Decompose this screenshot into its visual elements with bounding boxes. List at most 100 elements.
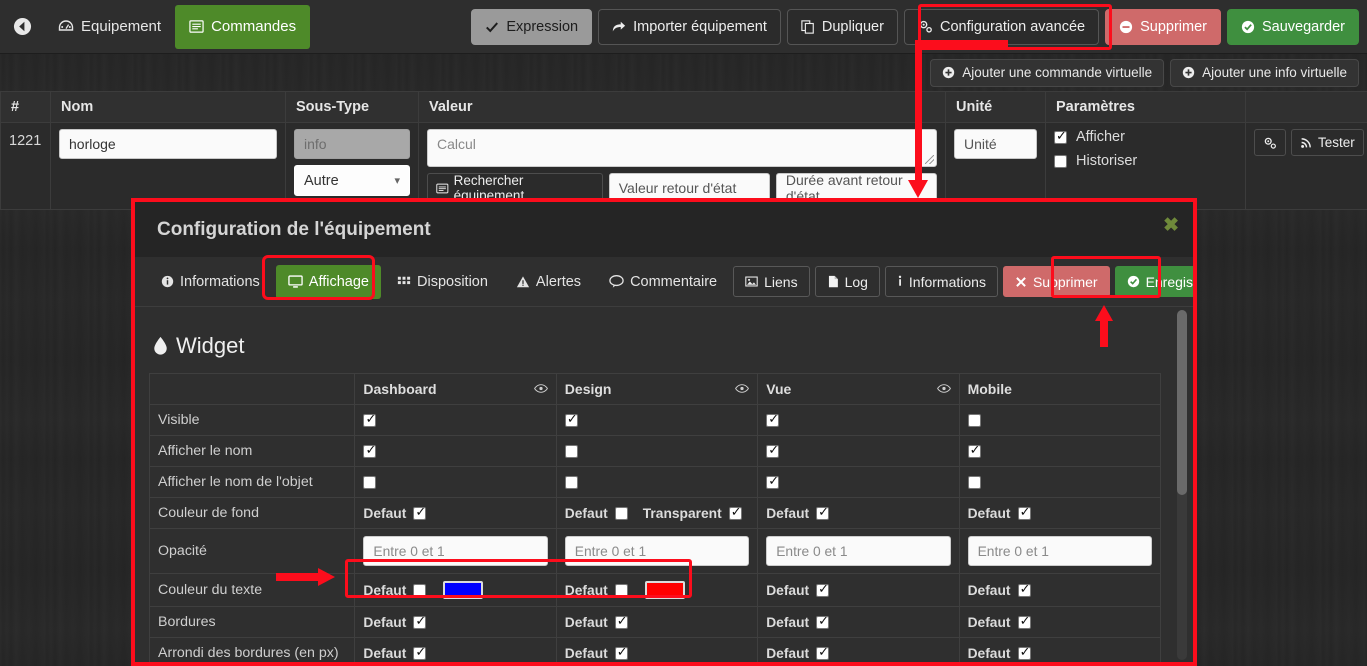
eye-icon[interactable] [936,382,951,396]
default-checkbox[interactable] [1017,504,1032,520]
toolbar-tab-equipement[interactable]: Equipement [44,5,175,49]
default-label: Defaut [564,505,608,521]
tab-disposition[interactable]: Disposition [385,265,500,299]
arrow-from-config-to-modal [900,40,1030,200]
command-name-input[interactable]: horloge [59,129,277,159]
widget-checkbox[interactable] [967,442,982,458]
check-circle-icon [1241,20,1255,33]
widget-checkbox[interactable] [967,475,981,489]
liens-button[interactable]: Liens [733,266,810,297]
informations-button[interactable]: Informations [884,266,998,297]
afficher-checkbox[interactable] [1054,128,1068,144]
widget-row-label: Visible [148,404,356,436]
widget-col-dashboard-label: Dashboard [363,381,437,397]
tab-alertes-label: Alertes [535,273,582,290]
widget-cell: Entre 0 et 1 [757,528,960,574]
widget-cell [354,466,557,498]
default-checkbox[interactable] [816,504,830,520]
expression-button[interactable]: Expression [471,8,593,45]
ajouter-info-virtuelle-button[interactable]: Ajouter une info virtuelle [1170,58,1359,87]
widget-cell: Defaut [958,637,1162,662]
default-checkbox[interactable] [413,644,427,660]
column-header-parametres: Paramètres [1045,91,1246,123]
widget-row: Afficher le nom de l'objet [148,466,1162,498]
tab-alertes[interactable]: Alertes [504,265,593,299]
widget-cell: Defaut [958,497,1162,529]
widget-checkbox[interactable] [363,475,377,489]
tab-affichage[interactable]: Affichage [275,264,381,299]
times-icon [1016,276,1026,287]
widget-checkbox[interactable] [766,473,780,489]
info-icon [898,275,902,286]
default-checkbox[interactable] [413,504,427,520]
modal-supprimer-button[interactable]: Supprimer [1002,266,1110,297]
widget-checkbox[interactable] [967,413,981,427]
widget-col-vue: Vue [757,373,960,405]
tab-commentaire-label: Commentaire [630,273,718,290]
widget-col-design-label: Design [564,381,612,397]
opacity-input[interactable]: Entre 0 et 1 [766,536,951,566]
command-parametres-cell: Afficher Historiser [1045,122,1246,210]
default-checkbox[interactable] [413,613,427,629]
back-circle-icon[interactable] [0,0,44,53]
param-historiser-row[interactable]: Historiser [1054,153,1237,169]
widget-checkbox[interactable] [564,444,578,458]
opacity-input[interactable]: Entre 0 et 1 [967,536,1152,566]
default-label: Defaut [363,582,407,598]
color-swatch[interactable] [443,581,484,599]
toolbar-tab-commandes[interactable]: Commandes [175,4,311,49]
transparent-checkbox[interactable] [728,504,743,520]
default-checkbox[interactable] [614,644,629,660]
opacity-input[interactable]: Entre 0 et 1 [564,536,750,566]
modal-scrollbar[interactable] [1177,310,1187,660]
enregistrer-button[interactable]: Enregistrer [1114,266,1193,297]
param-afficher-row[interactable]: Afficher [1054,128,1237,145]
widget-row: Afficher le nom [148,435,1162,467]
default-checkbox[interactable] [614,583,628,597]
default-checkbox[interactable] [614,506,628,520]
widget-cell: Defaut [958,573,1162,607]
close-icon[interactable]: ✖ [1163,214,1179,237]
default-checkbox[interactable] [413,583,427,597]
calcul-textarea[interactable]: Calcul [427,129,937,167]
log-button[interactable]: Log [814,266,880,297]
default-checkbox[interactable] [614,613,629,629]
color-swatch[interactable] [644,581,685,599]
tab-commentaire[interactable]: Commentaire [597,265,729,299]
supprimer-button[interactable]: Supprimer [1105,8,1221,45]
widget-checkbox[interactable] [564,411,579,427]
tab-informations[interactable]: Informations [149,265,272,299]
importer-equipement-button[interactable]: Importer équipement [598,8,781,45]
widget-checkbox[interactable] [564,475,578,489]
widget-checkbox[interactable] [363,411,377,427]
default-checkbox[interactable] [816,581,830,597]
tester-button[interactable]: Tester [1291,129,1364,156]
default-checkbox[interactable] [816,613,830,629]
default-checkbox[interactable] [1017,644,1032,660]
row-config-button[interactable] [1254,129,1286,156]
default-label: Defaut [967,505,1011,521]
eye-icon[interactable] [533,382,548,396]
widget-checkbox[interactable] [766,411,780,427]
widget-cell [555,466,759,498]
command-id-cell: 1221 [0,122,51,210]
default-checkbox[interactable] [1017,613,1032,629]
tester-button-label: Tester [1318,135,1355,150]
historiser-checkbox[interactable] [1054,154,1067,168]
dupliquer-button[interactable]: Dupliquer [786,8,898,45]
app-root: Equipement Commandes Expression Importer… [0,0,1367,666]
command-subtype-select[interactable]: Autre ▾ [294,165,410,196]
default-checkbox[interactable] [1017,581,1032,597]
eye-icon[interactable] [735,382,750,396]
droplet-icon [154,336,167,355]
tab-disposition-label: Disposition [417,273,488,290]
default-label: Defaut [766,505,810,521]
widget-checkbox[interactable] [766,442,780,458]
widget-checkbox[interactable] [363,442,377,458]
dashboard-icon [58,19,74,31]
default-checkbox[interactable] [816,644,830,660]
dupliquer-button-label: Dupliquer [821,18,884,35]
sauvegarder-button[interactable]: Sauvegarder [1226,8,1359,45]
opacity-input[interactable]: Entre 0 et 1 [363,536,548,566]
historiser-label: Historiser [1076,153,1138,169]
